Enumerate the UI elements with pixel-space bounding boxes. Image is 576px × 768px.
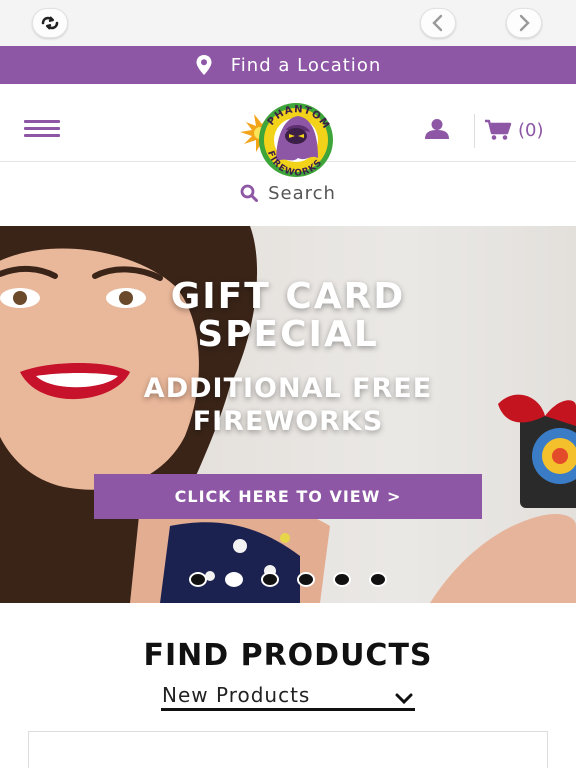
carousel-dot[interactable]	[261, 572, 279, 587]
reload-button[interactable]	[32, 8, 68, 38]
hero-cta-button[interactable]: CLICK HERE TO VIEW >	[94, 474, 482, 519]
cart-button[interactable]: (0)	[484, 119, 544, 141]
select-value: New Products	[162, 682, 311, 707]
carousel-dots	[0, 572, 576, 587]
forward-button[interactable]	[506, 8, 542, 38]
browser-toolbar	[0, 0, 576, 46]
hero-banner[interactable]: GIFT CARD SPECIAL ADDITIONAL FREE FIREWO…	[0, 226, 576, 603]
chevron-down-icon	[395, 690, 413, 709]
search-label: Search	[268, 182, 336, 204]
carousel-dot[interactable]	[333, 572, 351, 587]
cart-icon	[485, 119, 512, 140]
find-location-label: Find a Location	[230, 54, 382, 76]
hero-subtitle: ADDITIONAL FREE FIREWORKS	[143, 373, 433, 437]
find-location-bar[interactable]: Find a Location	[0, 46, 576, 84]
carousel-dot[interactable]	[225, 572, 243, 587]
search-bar[interactable]: Search	[0, 162, 576, 224]
hamburger-menu-icon[interactable]	[24, 120, 60, 138]
chevron-left-icon	[432, 14, 443, 32]
hero-title: GIFT CARD SPECIAL	[170, 276, 406, 355]
search-icon	[240, 184, 259, 202]
map-pin-icon	[195, 54, 213, 76]
reload-icon	[41, 16, 59, 30]
carousel-dot[interactable]	[189, 572, 207, 587]
cart-count: (0)	[518, 119, 544, 141]
product-category-select[interactable]: New Products	[161, 681, 415, 711]
back-button[interactable]	[420, 8, 456, 38]
chevron-right-icon	[519, 14, 530, 32]
header-divider	[474, 114, 475, 148]
site-header: PHANTOM FIREWORKS (0)	[0, 84, 576, 179]
user-icon[interactable]	[424, 118, 450, 144]
find-products-title: FIND PRODUCTS	[143, 638, 433, 673]
carousel-dot[interactable]	[297, 572, 315, 587]
carousel-dot[interactable]	[369, 572, 387, 587]
products-panel	[28, 731, 548, 768]
